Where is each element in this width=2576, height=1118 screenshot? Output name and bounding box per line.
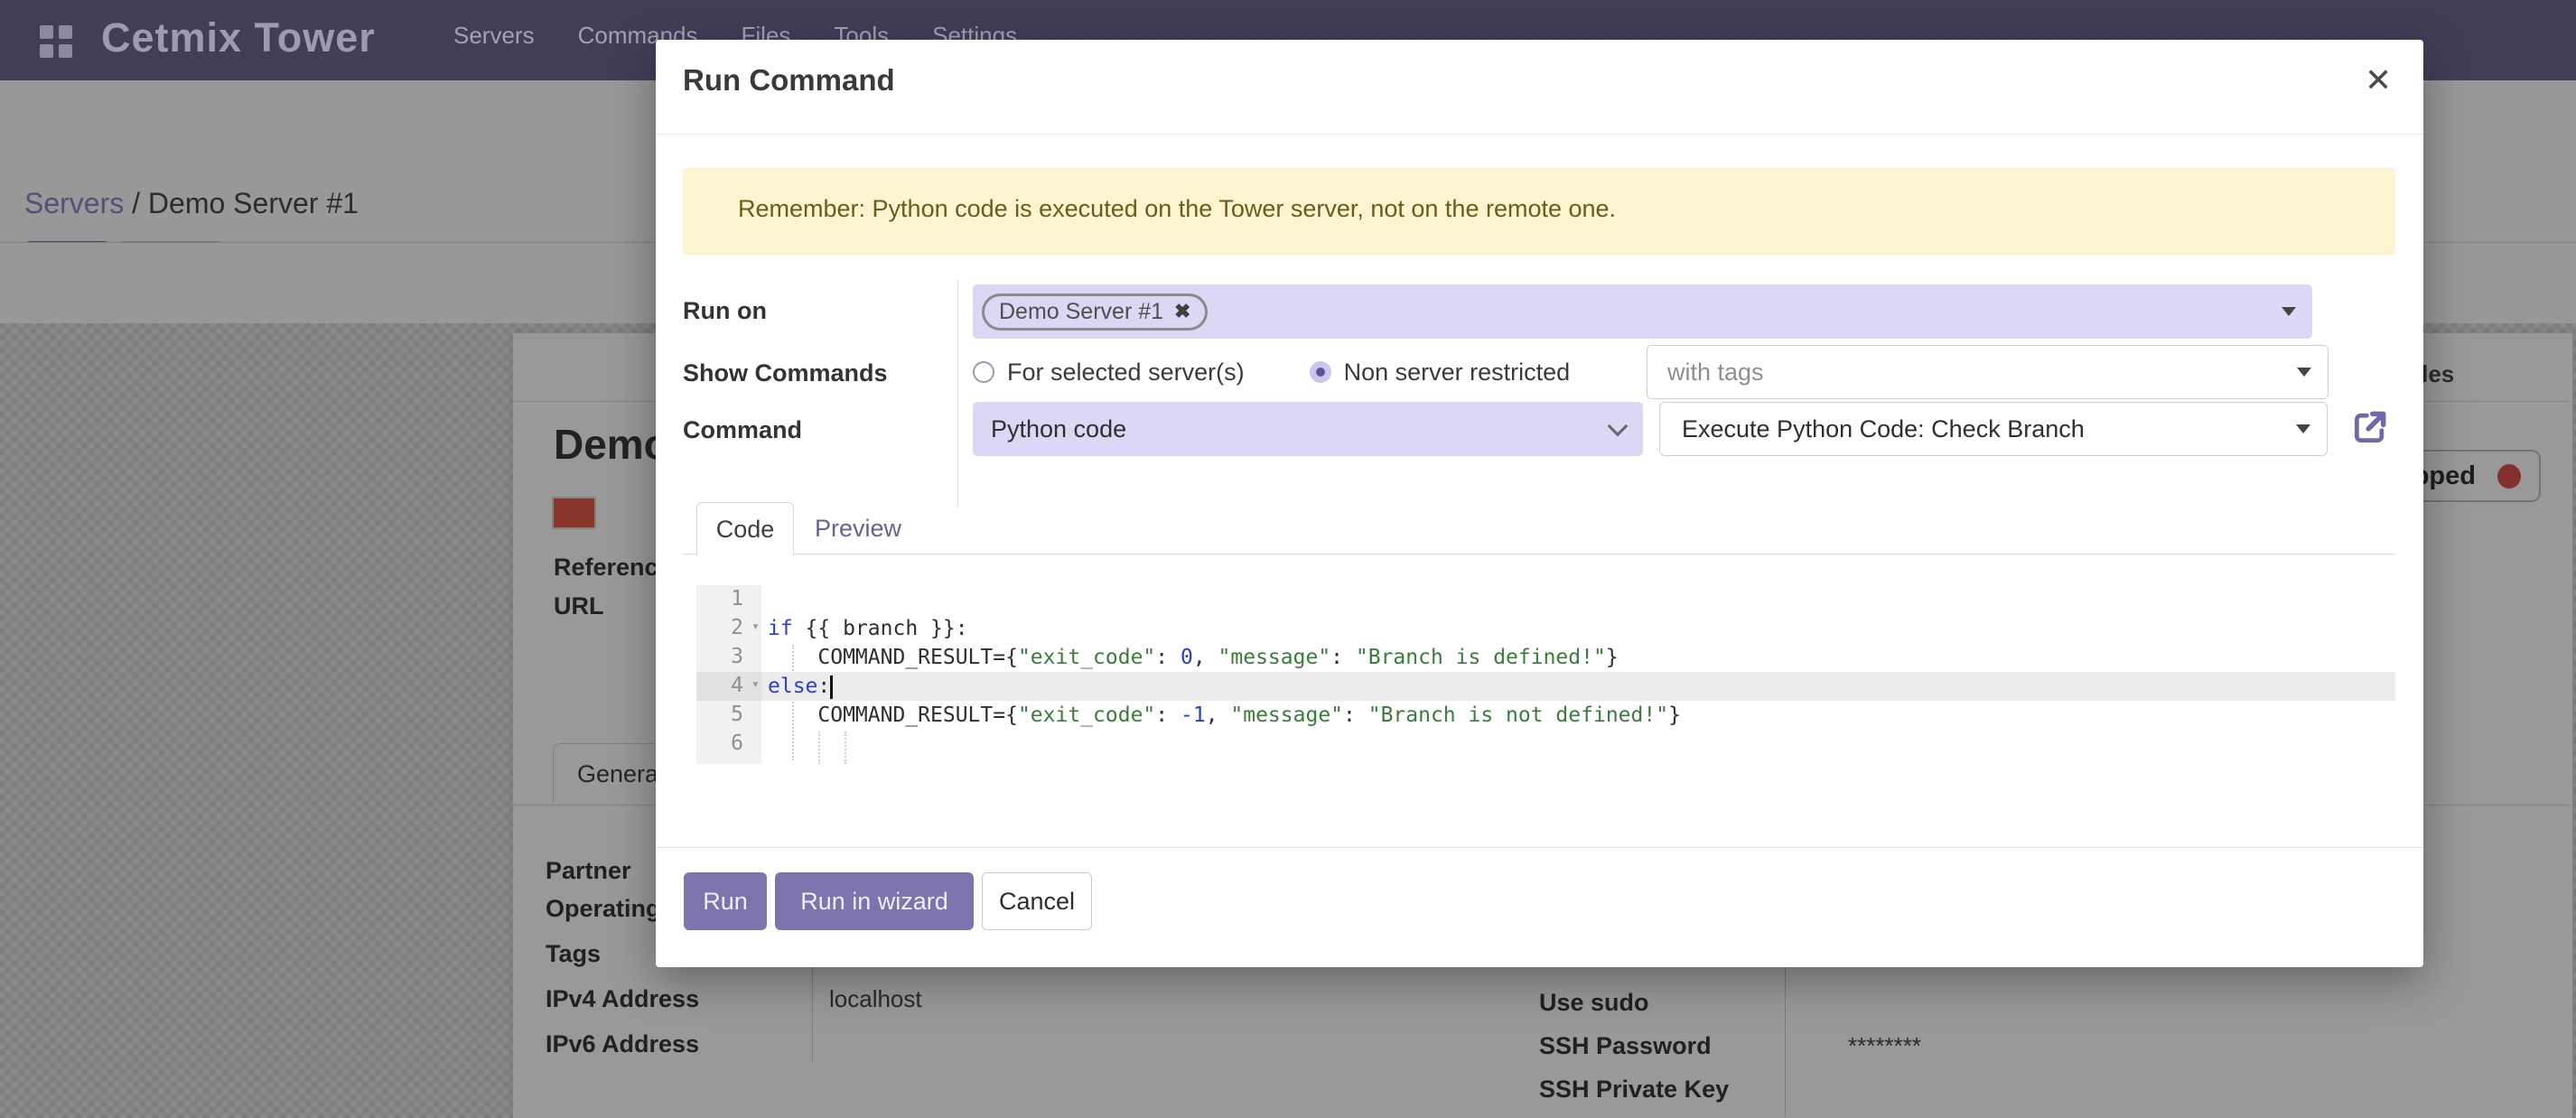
run-on-label: Run on — [683, 297, 767, 325]
run-button[interactable]: Run — [684, 872, 767, 930]
nav-item-servers[interactable]: Servers — [453, 22, 535, 50]
command-type-select[interactable]: Python code — [973, 402, 1643, 456]
modal-title: Run Command — [683, 63, 895, 98]
modal-header: Run Command ✕ — [656, 40, 2423, 135]
apps-grid-icon[interactable] — [40, 25, 76, 61]
tab-code[interactable]: Code — [696, 502, 794, 556]
footer-divider — [656, 847, 2423, 848]
app-brand[interactable]: Cetmix Tower — [101, 14, 376, 61]
code-line-1[interactable] — [761, 585, 2395, 614]
command-label: Command — [683, 416, 802, 444]
text-cursor — [830, 675, 833, 699]
fold-caret-icon[interactable]: ▾ — [751, 618, 760, 634]
app-root: Servers / Demo Server #1 Edit Create </>… — [0, 0, 2576, 1118]
command-select[interactable]: Execute Python Code: Check Branch — [1659, 402, 2328, 456]
code-line-6[interactable] — [761, 730, 2395, 759]
close-icon[interactable]: ✕ — [2365, 61, 2392, 99]
cancel-button[interactable]: Cancel — [982, 872, 1092, 930]
chevron-down-icon — [1608, 416, 1629, 437]
gutter-line-6[interactable]: 6 — [696, 730, 761, 759]
code-line-3[interactable]: COMMAND_RESULT={"exit_code": 0, "message… — [761, 643, 2395, 672]
run-on-field[interactable]: Demo Server #1 ✖ — [973, 284, 2312, 339]
show-commands-label: Show Commands — [683, 359, 888, 387]
fold-caret-icon[interactable]: ▾ — [751, 675, 760, 692]
warning-text: Remember: Python code is executed on the… — [738, 195, 1616, 223]
editor-lines[interactable]: if {{ branch }}: COMMAND_RESULT={"exit_c… — [761, 585, 2395, 759]
gutter-line-5[interactable]: 5 — [696, 701, 761, 730]
chevron-down-icon[interactable] — [2282, 307, 2296, 316]
chevron-down-icon — [2297, 368, 2311, 377]
chevron-down-icon — [2296, 424, 2310, 433]
warning-alert: Remember: Python code is executed on the… — [683, 168, 2395, 255]
remove-tag-icon[interactable]: ✖ — [1174, 300, 1190, 323]
run-in-wizard-button[interactable]: Run in wizard — [775, 872, 974, 930]
with-tags-select[interactable]: with tags — [1647, 345, 2329, 399]
form-label-divider — [957, 280, 958, 508]
gutter-line-2[interactable]: 2▾ — [696, 614, 761, 643]
radio-label-non-restricted[interactable]: Non server restricted — [1344, 359, 1571, 387]
code-line-4[interactable]: else: — [761, 672, 2395, 701]
gutter-line-3[interactable]: 3 — [696, 643, 761, 672]
code-editor[interactable]: 12▾34▾56 if {{ branch }}: COMMAND_RESULT… — [696, 585, 2395, 769]
code-line-2[interactable]: if {{ branch }}: — [761, 614, 2395, 643]
run-command-modal: Run Command ✕ Remember: Python code is e… — [656, 40, 2423, 967]
gutter-line-1[interactable]: 1 — [696, 585, 761, 614]
radio-label-selected-servers[interactable]: For selected server(s) — [1007, 359, 1245, 387]
external-link-icon[interactable] — [2350, 407, 2390, 447]
code-line-5[interactable]: COMMAND_RESULT={"exit_code": -1, "messag… — [761, 701, 2395, 730]
editor-gutter: 12▾34▾56 — [696, 585, 761, 764]
radio-for-selected-servers[interactable] — [973, 361, 994, 383]
server-tag: Demo Server #1 ✖ — [982, 293, 1208, 331]
tab-preview[interactable]: Preview — [815, 515, 901, 543]
gutter-line-4[interactable]: 4▾ — [696, 672, 761, 701]
radio-non-server-restricted[interactable] — [1310, 361, 1331, 383]
